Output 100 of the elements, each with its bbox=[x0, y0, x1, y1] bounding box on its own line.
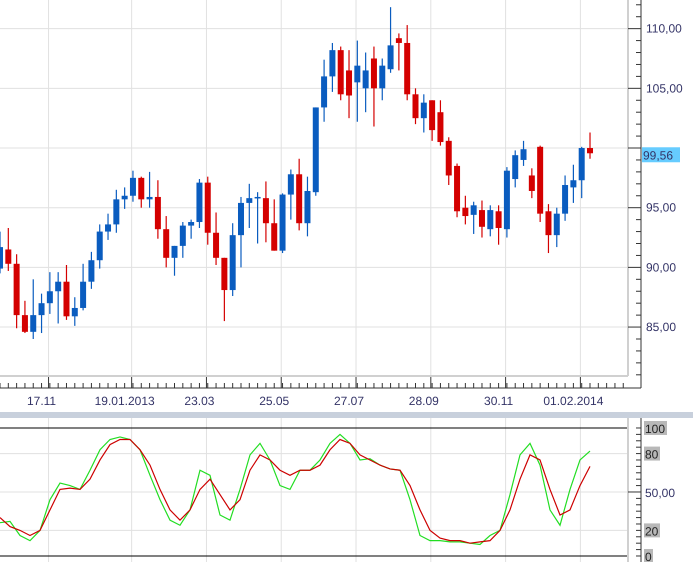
candle-body bbox=[454, 166, 460, 212]
candle-wick bbox=[290, 170, 292, 220]
candle-wick bbox=[257, 192, 258, 244]
candle-body bbox=[14, 264, 20, 316]
candle-body bbox=[188, 222, 194, 226]
candle-body bbox=[362, 70, 369, 88]
candle-body bbox=[420, 102, 427, 118]
date-label: 17.11 bbox=[26, 394, 56, 408]
candle-body bbox=[412, 94, 418, 118]
candle-wick bbox=[148, 172, 150, 208]
candle-body bbox=[72, 308, 78, 316]
candle-body bbox=[221, 258, 228, 290]
date-label: 30.11 bbox=[484, 394, 514, 408]
candle-body bbox=[46, 291, 53, 304]
candle-wick bbox=[8, 228, 9, 271]
candle-wick bbox=[490, 205, 491, 236]
candle-body bbox=[163, 229, 170, 258]
price-label: 85,00 bbox=[646, 320, 676, 334]
date-label: 27.07 bbox=[334, 394, 364, 408]
candle-body bbox=[196, 182, 202, 222]
candle-body bbox=[63, 282, 70, 316]
candle-body bbox=[354, 66, 360, 82]
candle-body bbox=[88, 260, 94, 282]
level-label: 50,00 bbox=[645, 486, 676, 500]
candle-body bbox=[388, 45, 394, 70]
price-label: 95,00 bbox=[646, 200, 676, 215]
candle-wick bbox=[365, 52, 366, 112]
price-label: 110,00 bbox=[646, 22, 682, 36]
candle-body bbox=[587, 148, 593, 154]
candle-body bbox=[130, 178, 136, 196]
candle-body bbox=[554, 214, 560, 236]
candle-body bbox=[230, 235, 236, 290]
candle-wick bbox=[58, 272, 59, 324]
candle-wick bbox=[248, 184, 250, 228]
candle-body bbox=[496, 211, 502, 228]
candle-body bbox=[105, 224, 112, 232]
candle-wick bbox=[423, 94, 424, 132]
candle-body bbox=[5, 249, 12, 264]
candle-wick bbox=[32, 279, 34, 339]
candle-body bbox=[520, 149, 527, 160]
candle-wick bbox=[382, 58, 383, 100]
candle-wick bbox=[140, 176, 142, 208]
candle-body bbox=[180, 226, 186, 246]
candle-body bbox=[204, 182, 211, 233]
candle-body bbox=[213, 232, 220, 258]
candle-body bbox=[38, 303, 45, 316]
candle-body bbox=[346, 70, 352, 96]
candle-body bbox=[379, 66, 386, 88]
candle-wick bbox=[572, 164, 574, 203]
candle-body bbox=[154, 196, 161, 230]
candle-body bbox=[280, 194, 286, 251]
candle-wick bbox=[414, 88, 416, 124]
candle-wick bbox=[531, 168, 532, 198]
candle-body bbox=[113, 199, 120, 224]
candle-wick bbox=[0, 232, 1, 274]
candle-body bbox=[80, 282, 86, 308]
candle-wick bbox=[556, 208, 558, 248]
candle-body bbox=[122, 196, 128, 200]
candle-body bbox=[0, 247, 3, 269]
candle-body bbox=[238, 202, 244, 236]
candle-body bbox=[478, 210, 485, 227]
date-label: 25.05 bbox=[259, 394, 290, 408]
candle-body bbox=[96, 232, 103, 260]
candle-body bbox=[512, 155, 518, 180]
candle-body bbox=[504, 170, 510, 230]
price-label: 90,00 bbox=[646, 260, 676, 274]
candle-wick bbox=[190, 220, 192, 239]
candle-wick bbox=[514, 150, 516, 188]
candle-wick bbox=[473, 202, 474, 234]
current-price-label: 99,56 bbox=[642, 147, 680, 162]
candle-body bbox=[55, 282, 62, 292]
candle-body bbox=[329, 50, 336, 76]
candle-wick bbox=[398, 33, 400, 70]
candle-body bbox=[138, 178, 144, 200]
candle-wick bbox=[132, 170, 134, 202]
candle-body bbox=[22, 315, 28, 332]
candle-body bbox=[271, 223, 278, 251]
candle-body bbox=[172, 246, 178, 258]
candle-body bbox=[396, 38, 402, 43]
date-label: 19.01.2013 bbox=[94, 394, 155, 408]
candle-body bbox=[146, 196, 153, 200]
candle-body bbox=[321, 76, 328, 108]
candle-body bbox=[262, 198, 269, 224]
candle-wick bbox=[107, 214, 109, 240]
candle-wick bbox=[481, 200, 483, 238]
candle-body bbox=[446, 140, 452, 176]
candle-wick bbox=[464, 196, 466, 224]
candle-body bbox=[537, 146, 544, 214]
date-label: 01.02.2014 bbox=[543, 394, 604, 408]
candle-wick bbox=[589, 132, 591, 159]
candle-wick bbox=[548, 204, 550, 254]
candle-wick bbox=[522, 140, 524, 166]
candle-body bbox=[304, 190, 310, 224]
candle-wick bbox=[90, 252, 92, 289]
candle-body bbox=[578, 148, 585, 180]
candle-body bbox=[404, 42, 410, 94]
date-label: 23.03 bbox=[184, 394, 214, 408]
candle-body bbox=[570, 180, 576, 188]
level-label: 100 bbox=[644, 420, 667, 436]
candle-wick bbox=[49, 272, 50, 314]
